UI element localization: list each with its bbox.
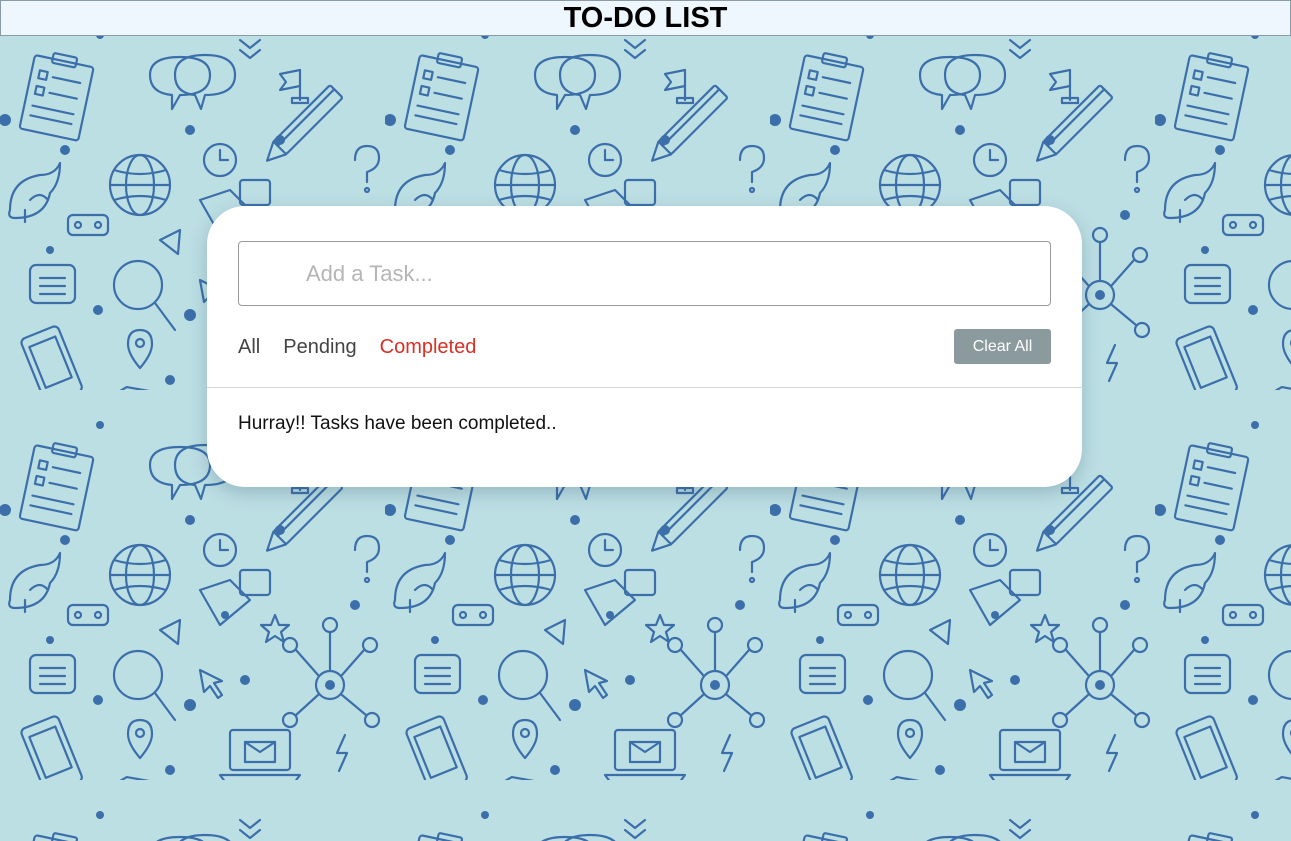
clear-all-button[interactable]: Clear All <box>954 329 1051 364</box>
filter-pending[interactable]: Pending <box>283 336 356 359</box>
filter-completed[interactable]: Completed <box>380 336 477 359</box>
filter-tabs: All Pending Completed <box>238 334 499 360</box>
page-title: TO-DO LIST <box>563 2 728 34</box>
app-header: TO-DO LIST <box>0 0 1291 36</box>
add-task-input[interactable] <box>238 241 1051 306</box>
task-list-message: Hurray!! Tasks have been completed.. <box>238 413 557 434</box>
divider <box>207 387 1082 388</box>
todo-card: All Pending Completed Clear All Hurray!!… <box>207 206 1082 487</box>
filter-all[interactable]: All <box>238 336 260 359</box>
